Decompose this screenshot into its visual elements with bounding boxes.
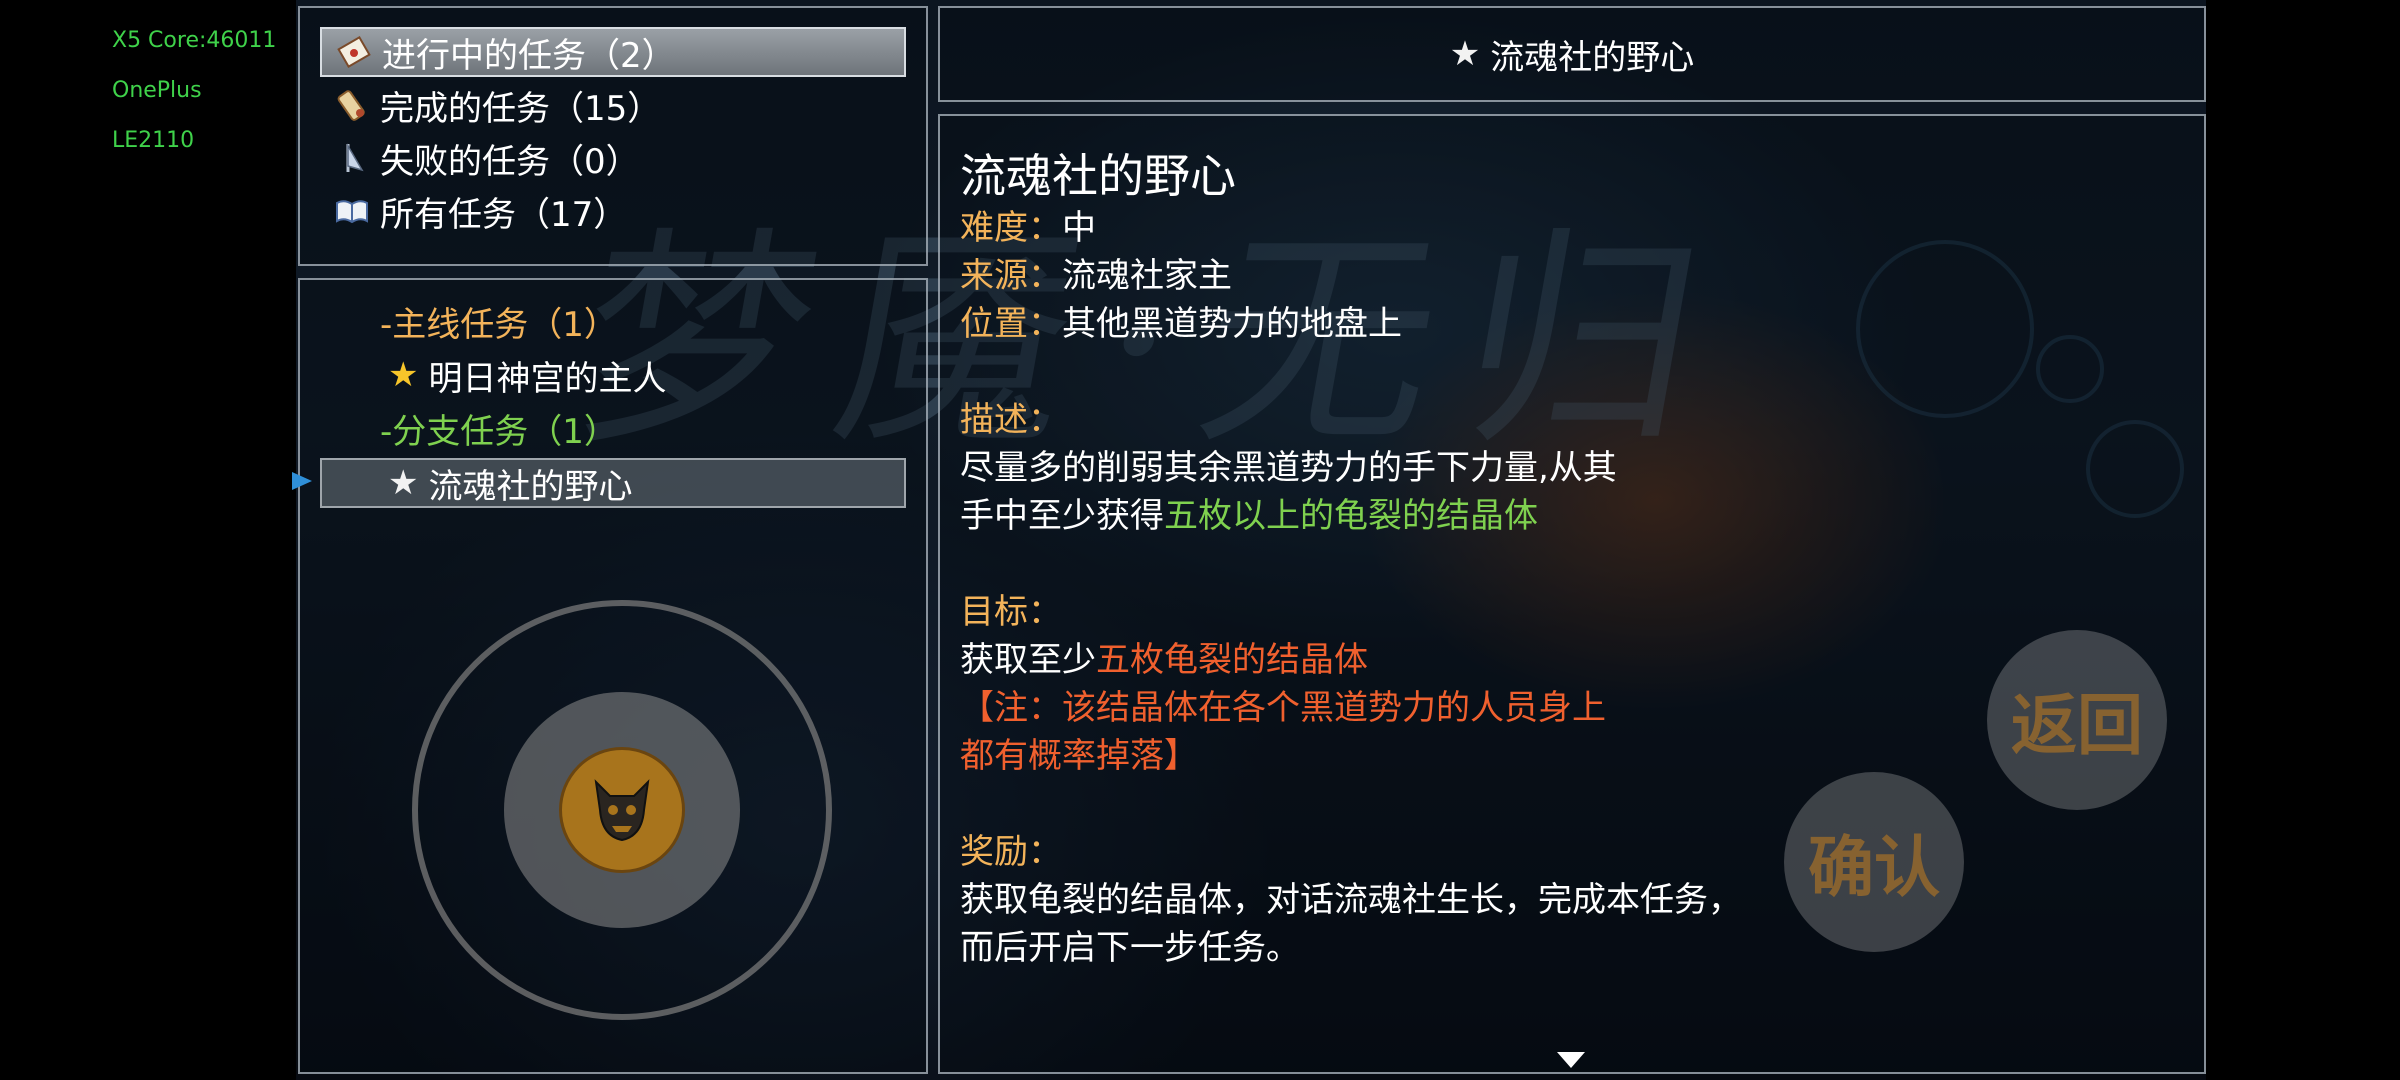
quest-name: 明日神宫的主人: [428, 358, 667, 399]
joystick-knob[interactable]: [559, 747, 685, 873]
difficulty-row: 难度：中: [960, 200, 1096, 249]
difficulty-label: 难度：: [960, 208, 1062, 248]
star-icon: ★: [388, 355, 419, 395]
category-label: 完成的任务（15）: [380, 88, 662, 129]
location-value: 其他黑道势力的地盘上: [1062, 304, 1402, 344]
reward-line-1: 获取龟裂的结晶体，对话流魂社生长，完成本任务，: [960, 880, 1742, 920]
category-label: 所有任务（17）: [380, 194, 628, 235]
goal-highlight: 五枚龟裂的结晶体: [1096, 640, 1368, 680]
confirm-button[interactable]: 确认: [1784, 772, 1964, 952]
header-title: 流魂社的野心: [1490, 37, 1695, 78]
star-icon: ★: [388, 463, 419, 503]
debug-brand-text: OnePlus: [112, 78, 202, 103]
location-label: 位置：: [960, 304, 1062, 344]
scroll-down-icon[interactable]: [1557, 1052, 1585, 1068]
book-icon: [332, 191, 372, 231]
side-quest-group[interactable]: -分支任务（1）: [380, 403, 618, 453]
side-group-label: -分支任务（1）: [380, 411, 618, 452]
quest-name: 流魂社的野心: [428, 466, 633, 507]
game-screen: 梦魇·无归 X5 Core:46011 OnePlus LE2110 进行中的任…: [0, 0, 2400, 1080]
note-line-1: 【注：该结晶体在各个黑道势力的人员身上: [960, 688, 1606, 728]
location-row: 位置：其他黑道势力的地盘上: [960, 296, 1402, 345]
selection-pointer-icon: [292, 472, 312, 490]
reward-label: 奖励：: [960, 832, 1062, 872]
category-in-progress[interactable]: 进行中的任务（2）: [320, 27, 906, 77]
debug-model-text: LE2110: [112, 128, 195, 153]
quest-title: 流魂社的野心: [960, 149, 1236, 203]
quest-item-side[interactable]: ★ 流魂社的野心: [320, 458, 906, 508]
description-line-1: 尽量多的削弱其余黑道势力的手下力量,从其: [960, 448, 1617, 488]
source-value: 流魂社家主: [1062, 256, 1232, 296]
category-label: 失败的任务（0）: [380, 141, 640, 182]
source-label: 来源：: [960, 256, 1062, 296]
goal-text: 获取至少: [960, 640, 1096, 680]
description-label: 描述：: [960, 400, 1062, 440]
description-highlight: 五枚以上的龟裂的结晶体: [1164, 496, 1538, 536]
demon-mask-icon: [594, 779, 650, 842]
category-all[interactable]: 所有任务（17）: [332, 186, 627, 236]
goal-line: 获取至少五枚龟裂的结晶体: [960, 632, 1368, 681]
scroll-icon: [332, 85, 372, 125]
category-failed[interactable]: 失败的任务（0）: [332, 133, 640, 183]
quest-item-main[interactable]: ★ 明日神宫的主人: [388, 350, 666, 400]
main-group-label: -主线任务（1）: [380, 304, 618, 345]
description-text: 手中至少获得: [960, 496, 1164, 536]
category-label: 进行中的任务（2）: [382, 35, 676, 76]
debug-core-text: X5 Core:46011: [112, 28, 277, 53]
description-line-2: 手中至少获得五枚以上的龟裂的结晶体: [960, 488, 1538, 537]
source-row: 来源：流魂社家主: [960, 248, 1232, 297]
flag-icon: [332, 138, 372, 178]
virtual-joystick[interactable]: [412, 600, 832, 1020]
joystick-inner-ring: [504, 692, 740, 928]
note-line-2: 都有概率掉落】: [960, 736, 1198, 776]
reward-line-2: 而后开启下一步任务。: [960, 928, 1300, 968]
category-completed[interactable]: 完成的任务（15）: [332, 80, 661, 130]
goal-label: 目标：: [960, 592, 1062, 632]
main-quest-group[interactable]: -主线任务（1）: [380, 296, 618, 346]
difficulty-value: 中: [1062, 208, 1096, 248]
star-icon: ★: [1449, 34, 1481, 74]
detail-header: ★ 流魂社的野心: [938, 6, 2206, 102]
letter-icon: [334, 32, 374, 72]
back-button[interactable]: 返回: [1987, 630, 2167, 810]
